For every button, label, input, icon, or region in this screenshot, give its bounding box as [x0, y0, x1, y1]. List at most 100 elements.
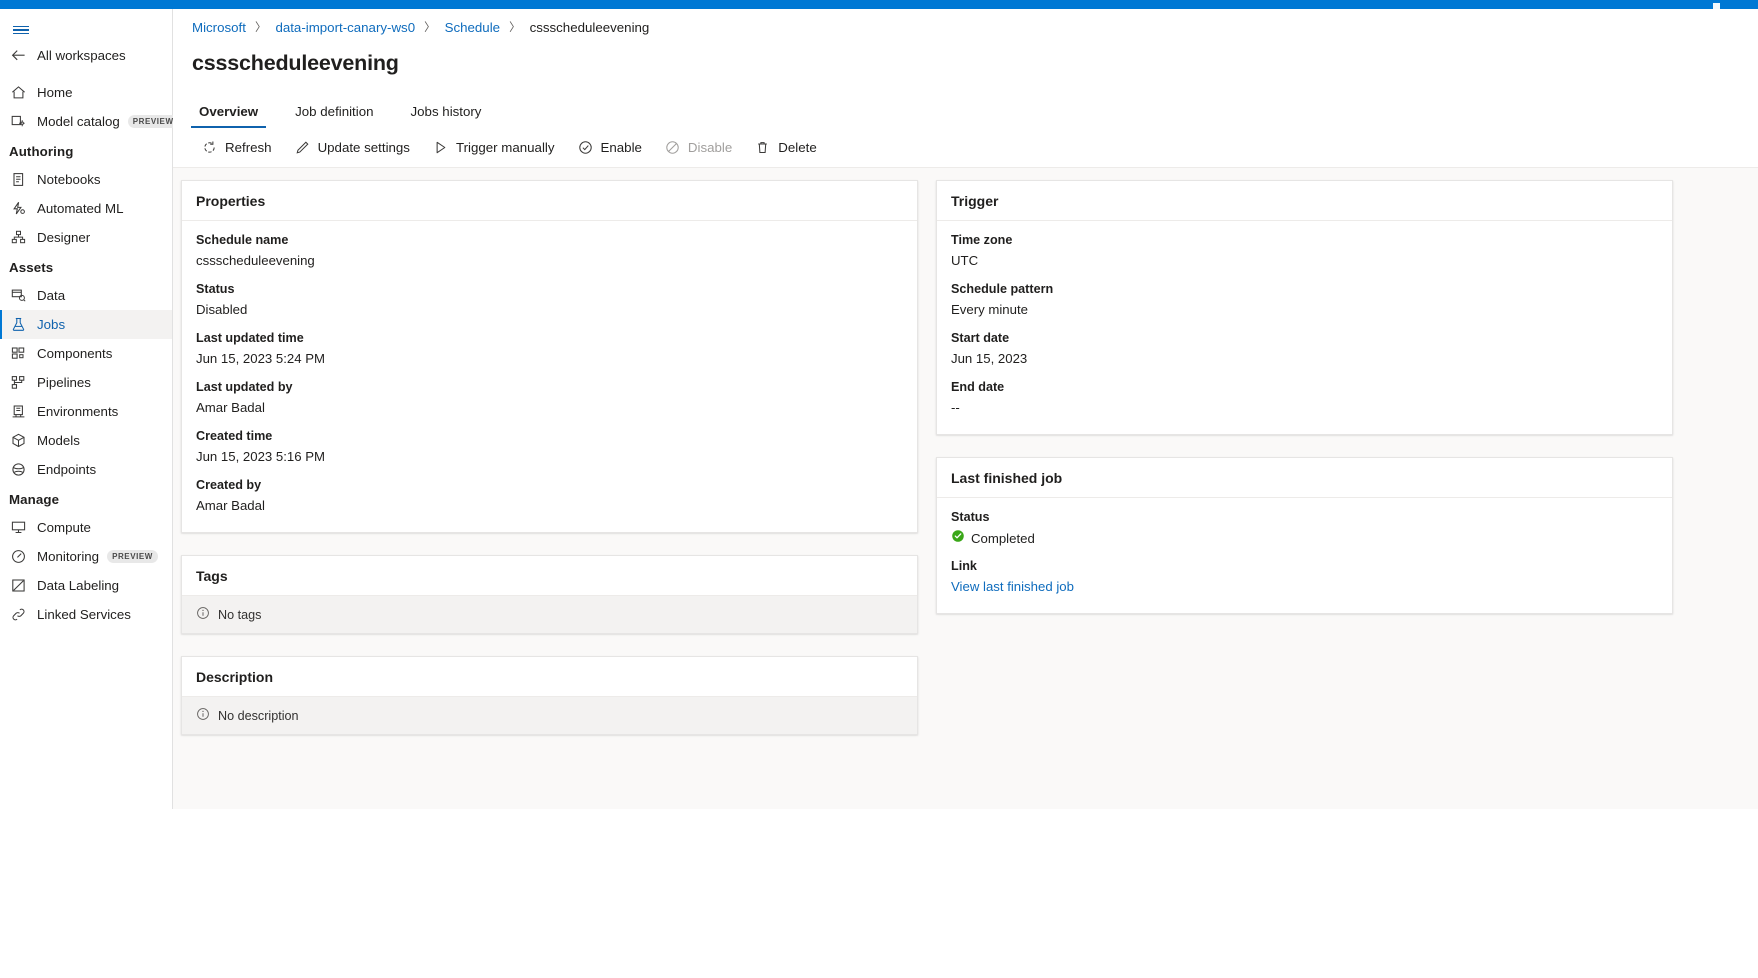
compute-monitor-icon [9, 519, 27, 537]
sidebar-item-linked-services[interactable]: Linked Services [0, 600, 172, 629]
refresh-icon [201, 139, 218, 156]
components-icon [9, 345, 27, 363]
preview-badge: PREVIEW [107, 550, 158, 563]
last-finished-job-card-title: Last finished job [937, 458, 1672, 498]
data-icon [9, 287, 27, 305]
sidebar-item-monitoring[interactable]: Monitoring PREVIEW [0, 542, 172, 571]
environments-icon [9, 403, 27, 421]
sidebar-item-designer[interactable]: Designer [0, 223, 172, 252]
property-created-time: Created time Jun 15, 2023 5:16 PM [196, 427, 903, 467]
button-label: Enable [601, 140, 642, 155]
sidebar-item-endpoints[interactable]: Endpoints [0, 455, 172, 484]
property-schedule-name: Schedule name cssscheduleevening [196, 231, 903, 271]
sidebar-item-data-labeling[interactable]: Data Labeling [0, 571, 172, 600]
sidebar-item-label: Compute [37, 520, 91, 535]
trigger-end-date: End date -- [951, 378, 1658, 418]
delete-button[interactable]: Delete [745, 133, 825, 163]
sidebar-item-label: Model catalog [37, 114, 120, 129]
property-value: Amar Badal [196, 496, 903, 516]
last-finished-job-card: Last finished job Status Completed [936, 457, 1673, 614]
tags-empty-state: No tags [182, 596, 917, 633]
sidebar-item-label: Data [37, 288, 65, 303]
button-label: Refresh [225, 140, 272, 155]
models-cube-icon [9, 432, 27, 450]
page-header: Microsoft 〉 data-import-canary-ws0 〉 Sch… [173, 9, 1758, 128]
description-card: Description No description [181, 656, 918, 735]
tags-empty-text: No tags [218, 608, 261, 622]
check-circle-icon [577, 139, 594, 156]
tab-job-definition[interactable]: Job definition [287, 104, 381, 128]
trigger-time-zone: Time zone UTC [951, 231, 1658, 271]
sidebar-item-label: Models [37, 433, 80, 448]
breadcrumb-item-workspace[interactable]: data-import-canary-ws0 [275, 20, 415, 35]
sidebar-item-label: All workspaces [37, 48, 126, 63]
sidebar-item-data[interactable]: Data [0, 281, 172, 310]
update-settings-button[interactable]: Update settings [285, 133, 419, 163]
enable-button[interactable]: Enable [568, 133, 651, 163]
pencil-edit-icon [294, 139, 311, 156]
disable-button: Disable [655, 133, 741, 163]
sidebar-item-jobs[interactable]: Jobs [0, 310, 172, 339]
trigger-manually-button[interactable]: Trigger manually [423, 133, 564, 163]
breadcrumb-separator-icon: 〉 [424, 19, 436, 35]
page-title: cssscheduleevening [192, 43, 1758, 78]
sidebar-group-title-assets: Assets [0, 252, 172, 281]
sidebar-item-label: Notebooks [37, 172, 101, 187]
breadcrumb-item-current: cssscheduleevening [530, 20, 650, 35]
sidebar-item-label: Automated ML [37, 201, 123, 216]
sidebar-item-all-workspaces[interactable]: All workspaces [0, 41, 172, 70]
sidebar-item-label: Jobs [37, 317, 65, 332]
property-label: Start date [951, 329, 1658, 348]
sidebar-item-automated-ml[interactable]: Automated ML [0, 194, 172, 223]
property-value: cssscheduleevening [196, 251, 903, 271]
tags-card-title: Tags [182, 556, 917, 596]
breadcrumb-item-microsoft[interactable]: Microsoft [192, 20, 246, 35]
sidebar-item-label: Monitoring [37, 549, 99, 564]
sidebar-item-pipelines[interactable]: Pipelines [0, 368, 172, 397]
breadcrumb-item-schedule[interactable]: Schedule [445, 20, 500, 35]
trigger-card: Trigger Time zone UTC Schedule pattern E… [936, 180, 1673, 435]
sidebar-item-components[interactable]: Components [0, 339, 172, 368]
breadcrumb-separator-icon: 〉 [255, 19, 267, 35]
description-empty-state: No description [182, 697, 917, 734]
button-label: Disable [688, 140, 732, 155]
check-circle-filled-icon [951, 529, 965, 548]
property-label: Last updated time [196, 329, 903, 348]
breadcrumb: Microsoft 〉 data-import-canary-ws0 〉 Sch… [192, 9, 1758, 43]
block-circle-icon [664, 139, 681, 156]
sidebar-item-compute[interactable]: Compute [0, 513, 172, 542]
pipelines-icon [9, 374, 27, 392]
sidebar-item-label: Pipelines [37, 375, 91, 390]
tab-overview[interactable]: Overview [191, 104, 266, 128]
info-circle-icon [196, 707, 210, 724]
last-finished-job-card-body: Status Completed Link View last finished… [937, 498, 1672, 613]
property-value: Disabled [196, 300, 903, 320]
sidebar-item-model-catalog[interactable]: Model catalog PREVIEW [0, 107, 172, 136]
sidebar-item-label: Environments [37, 404, 118, 419]
property-label: End date [951, 378, 1658, 397]
property-label: Created time [196, 427, 903, 446]
sidebar-item-notebooks[interactable]: Notebooks [0, 165, 172, 194]
trigger-schedule-pattern: Schedule pattern Every minute [951, 280, 1658, 320]
property-status: Status Disabled [196, 280, 903, 320]
trigger-start-date: Start date Jun 15, 2023 [951, 329, 1658, 369]
refresh-button[interactable]: Refresh [192, 133, 281, 163]
sidebar-item-environments[interactable]: Environments [0, 397, 172, 426]
button-label: Trigger manually [456, 140, 555, 155]
sidebar-item-label: Endpoints [37, 462, 96, 477]
sidebar-item-label: Components [37, 346, 112, 361]
left-column: Properties Schedule name cssscheduleeven… [181, 180, 918, 757]
top-accent-bar [0, 0, 1758, 9]
property-label: Schedule pattern [951, 280, 1658, 299]
data-labeling-icon [9, 577, 27, 595]
property-label: Schedule name [196, 231, 903, 250]
info-circle-icon [196, 606, 210, 623]
tab-jobs-history[interactable]: Jobs history [403, 104, 490, 128]
property-value: Jun 15, 2023 5:24 PM [196, 349, 903, 369]
view-last-finished-job-link[interactable]: View last finished job [951, 577, 1658, 597]
last-job-link: Link View last finished job [951, 557, 1658, 597]
hamburger-menu-icon[interactable] [7, 17, 35, 43]
property-label: Created by [196, 476, 903, 495]
sidebar-item-models[interactable]: Models [0, 426, 172, 455]
sidebar-item-home[interactable]: Home [0, 78, 172, 107]
